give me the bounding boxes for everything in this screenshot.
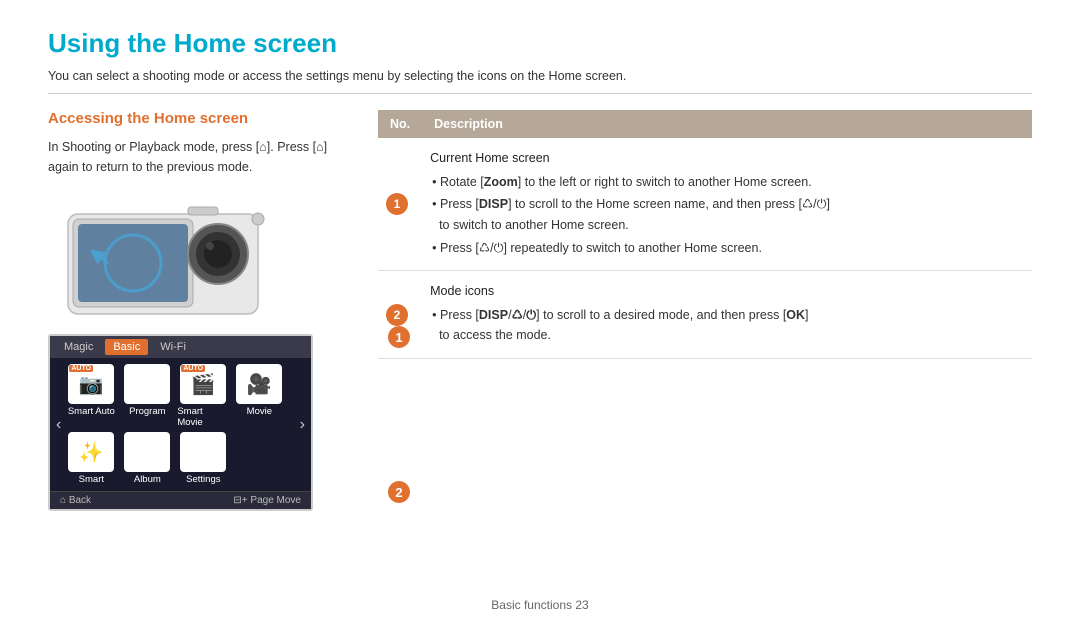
hs-bottom-bar: ⌂ Back ⊟+ Page Move	[50, 491, 311, 509]
page-title: Using the Home screen	[48, 28, 1032, 59]
desc-bullet-1-1: • Rotate [Zoom] to the left or right to …	[430, 172, 1024, 193]
icon-label-album: Album	[134, 474, 161, 485]
col-desc: Description	[422, 110, 1032, 138]
icon-album[interactable]: 🖼 Album	[121, 432, 173, 485]
arrow-left[interactable]: ‹	[54, 416, 63, 434]
icon-label-settings: Settings	[186, 474, 220, 485]
num-cell-1: 1	[378, 138, 422, 271]
icon-box-smart-auto: AUTO 📷	[68, 364, 114, 404]
icon-smart-auto[interactable]: AUTO 📷 Smart Auto	[65, 364, 117, 428]
desc-title-1: Current Home screen	[430, 148, 1024, 169]
col-no: No.	[378, 110, 422, 138]
table-row-2: 2 Mode icons • Press [DISP/♺/⏻] to scrol…	[378, 271, 1032, 359]
icon-smart-movie[interactable]: AUTO 🎬 Smart Movie	[177, 364, 229, 428]
circle-2: 2	[388, 481, 410, 503]
icon-program[interactable]: 🎞 Program	[121, 364, 173, 428]
icon-box-smart: ✨	[68, 432, 114, 472]
hs-back-label: ⌂ Back	[60, 495, 91, 506]
page-subtitle: You can select a shooting mode or access…	[48, 69, 1032, 94]
tab-wifi[interactable]: Wi-Fi	[152, 339, 194, 355]
desc-cell-2: Mode icons • Press [DISP/♺/⏻] to scroll …	[422, 271, 1032, 359]
desc-bullet-2-1: • Press [DISP/♺/⏻] to scroll to a desire…	[430, 305, 1024, 346]
icon-box-album: 🖼	[124, 432, 170, 472]
icon-box-smart-movie: AUTO 🎬	[180, 364, 226, 404]
page-container: Using the Home screen You can select a s…	[0, 0, 1080, 531]
homescreen-mockup: Magic Basic Wi-Fi ‹ AUTO 📷	[48, 334, 313, 511]
tab-magic[interactable]: Magic	[56, 339, 101, 355]
icon-label-smart: Smart	[79, 474, 104, 485]
circle-1: 1	[388, 326, 410, 348]
page-footer: Basic functions 23	[0, 598, 1080, 612]
auto-badge-2: AUTO	[181, 365, 205, 372]
icon-label-smart-movie: Smart Movie	[177, 406, 229, 428]
info-table: No. Description 1 Current Home screen •	[378, 110, 1032, 359]
desc-title-2: Mode icons	[430, 281, 1024, 302]
icon-movie[interactable]: 🎥 Movie	[233, 364, 285, 428]
icon-smart[interactable]: ✨ Smart	[65, 432, 117, 485]
icon-settings[interactable]: ⚙ Settings	[177, 432, 229, 485]
right-column: No. Description 1 Current Home screen •	[378, 110, 1032, 511]
num-circle-2: 2	[386, 304, 408, 326]
icon-label-movie: Movie	[247, 406, 272, 417]
desc-bullet-1-2: • Press [DISP] to scroll to the Home scr…	[430, 194, 1024, 235]
camera-illustration	[48, 189, 288, 324]
hs-icons-row: ‹ AUTO 📷 Smart Auto 🎞	[50, 358, 311, 491]
hs-icons-grid: AUTO 📷 Smart Auto 🎞 Program	[65, 364, 295, 485]
desc-bullet-1-3: • Press [♺/⏻] repeatedly to switch to an…	[430, 238, 1024, 259]
icon-label-smart-auto: Smart Auto	[68, 406, 115, 417]
section-text: In Shooting or Playback mode, press [⌂].…	[48, 137, 358, 177]
table-row-1: 1 Current Home screen • Rotate [Zoom] to…	[378, 138, 1032, 271]
desc-cell-1: Current Home screen • Rotate [Zoom] to t…	[422, 138, 1032, 271]
tab-basic[interactable]: Basic	[105, 339, 148, 355]
icon-box-program: 🎞	[124, 364, 170, 404]
icon-box-movie: 🎥	[236, 364, 282, 404]
content-area: Accessing the Home screen In Shooting or…	[48, 110, 1032, 511]
homescreen-wrapper: 1 2 Magic Basic Wi-Fi ‹	[48, 334, 358, 511]
icon-label-program: Program	[129, 406, 165, 417]
left-column: Accessing the Home screen In Shooting or…	[48, 110, 358, 511]
arrow-right[interactable]: ›	[298, 416, 307, 434]
hs-pagemove-label: ⊟+ Page Move	[233, 495, 301, 506]
hs-tabs: Magic Basic Wi-Fi	[50, 336, 311, 358]
section-title: Accessing the Home screen	[48, 110, 358, 127]
num-circle-1: 1	[386, 193, 408, 215]
icon-box-settings: ⚙	[180, 432, 226, 472]
auto-badge-1: AUTO	[69, 365, 93, 372]
